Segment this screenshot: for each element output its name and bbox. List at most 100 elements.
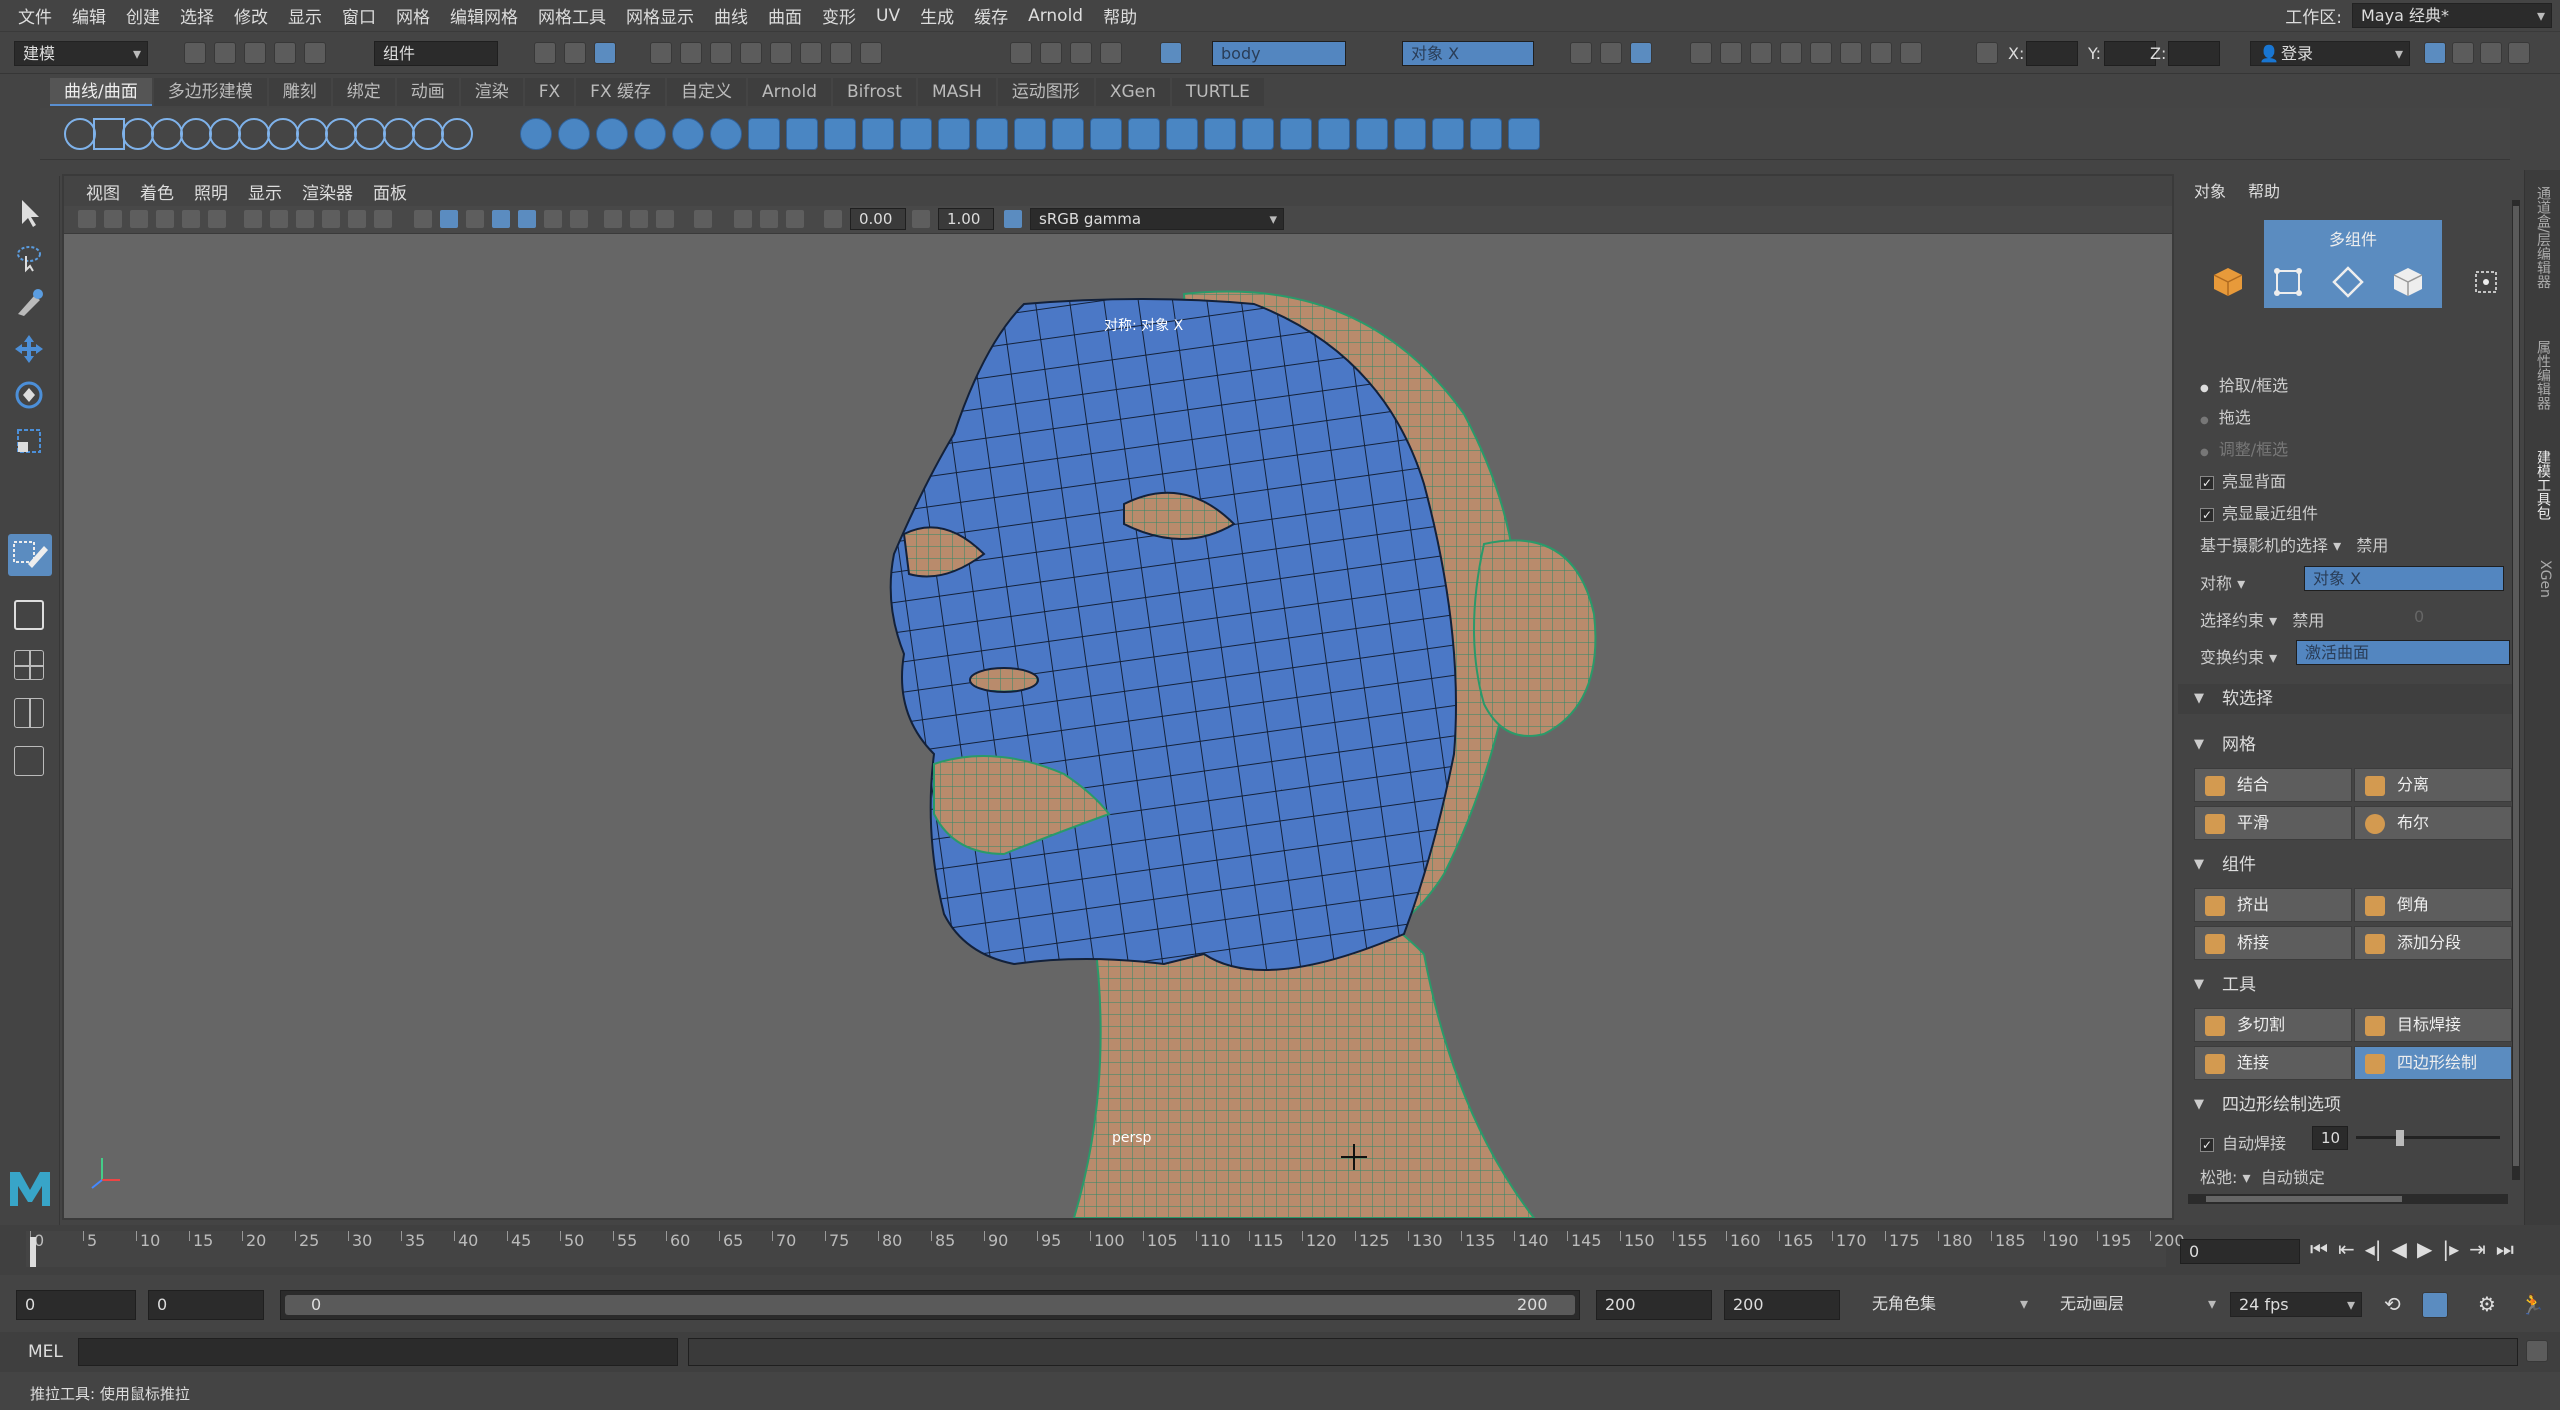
shelf-tab-0[interactable]: 曲线/曲面	[50, 78, 152, 106]
toolkit-option-0[interactable]: ● 拾取/框选	[2200, 372, 2288, 396]
loop-icon[interactable]: ⟲	[2384, 1292, 2401, 1316]
camera-select-icon[interactable]	[78, 210, 96, 228]
animation-end-field[interactable]: 200	[1724, 1290, 1840, 1320]
symmetry-icon-a[interactable]	[1040, 42, 1062, 64]
shelf-tab-8[interactable]: 自定义	[667, 78, 746, 106]
menu-1[interactable]: 编辑	[62, 3, 116, 28]
menu-11[interactable]: 曲线	[704, 3, 758, 28]
colorspace-dropdown[interactable]: sRGB gamma	[1030, 208, 1284, 230]
save-scene-icon[interactable]	[244, 42, 266, 64]
animation-start-field[interactable]: 0	[16, 1290, 136, 1320]
xray-icon[interactable]	[518, 210, 536, 228]
extrude-button[interactable]: 挤出	[2194, 888, 2352, 922]
transform-constraint-value[interactable]: 激活曲面	[2296, 640, 2510, 665]
shelf-tab-3[interactable]: 绑定	[332, 78, 395, 106]
nurbs-circle-icon[interactable]	[64, 118, 96, 150]
shelf-tab-13[interactable]: XGen	[1095, 78, 1170, 106]
mel-label[interactable]: MEL	[28, 1342, 63, 1362]
grid-icon[interactable]	[244, 210, 262, 228]
gate-mask-icon[interactable]	[322, 210, 340, 228]
symmetry-field[interactable]: 对象 X	[1402, 41, 1534, 66]
lasso-tool-icon[interactable]	[12, 240, 46, 274]
panel-horizontal-scrollbar[interactable]	[2188, 1194, 2508, 1204]
select-hierarchy-icon[interactable]	[534, 42, 556, 64]
soft-select-icon[interactable]	[1010, 42, 1032, 64]
xray-joints-icon[interactable]	[734, 210, 752, 228]
select-tool-icon[interactable]	[12, 196, 46, 230]
wireframe-on-shaded-icon[interactable]	[492, 210, 510, 228]
menu-3[interactable]: 选择	[170, 3, 224, 28]
attribute-toggle-icon[interactable]	[2480, 42, 2502, 64]
safe-action-icon[interactable]	[374, 210, 392, 228]
intersect-icon[interactable]	[1090, 118, 1122, 150]
step-forward-key-icon[interactable]: ⇥	[2469, 1237, 2486, 1261]
step-forward-frame-icon[interactable]: |▸	[2442, 1237, 2459, 1261]
tools-section-header[interactable]: 工具	[2178, 970, 2518, 1000]
transform-mode-icon[interactable]	[1976, 42, 1998, 64]
quad-draw-button[interactable]: 四边形绘制	[2354, 1046, 2512, 1080]
square-surface-icon[interactable]	[976, 118, 1008, 150]
right-tab-1[interactable]: 属性编辑器	[2531, 340, 2553, 410]
right-tab-3[interactable]: XGen	[2531, 560, 2553, 598]
mesh-section-header[interactable]: 网格	[2178, 730, 2518, 760]
menu-10[interactable]: 网格显示	[616, 3, 704, 28]
shelf-tab-2[interactable]: 雕刻	[268, 78, 331, 106]
step-back-frame-icon[interactable]: ◂|	[2365, 1237, 2382, 1261]
untrim-icon[interactable]	[1166, 118, 1198, 150]
shelf-tab-11[interactable]: MASH	[917, 78, 996, 106]
cv-curve-icon[interactable]	[122, 118, 154, 150]
menu-13[interactable]: 变形	[812, 3, 866, 28]
add-divisions-button[interactable]: 添加分段	[2354, 926, 2512, 960]
viewport-menu-1[interactable]: 着色	[130, 179, 184, 204]
shelf-tab-1[interactable]: 多边形建模	[153, 78, 267, 106]
rotate-tool-icon[interactable]	[12, 378, 46, 412]
lock-icon[interactable]	[830, 42, 852, 64]
nurbs-cone-icon[interactable]	[634, 118, 666, 150]
exposure-field[interactable]: 0.00	[850, 208, 906, 230]
outliner-layout-icon[interactable]	[14, 746, 44, 776]
symmetry-row-value[interactable]: 对象 X	[2304, 566, 2504, 591]
toolkit-option-3[interactable]: ✓ 亮显背面	[2200, 468, 2286, 492]
symmetry-icon-c[interactable]	[1100, 42, 1122, 64]
nurbs-cylinder-icon[interactable]	[596, 118, 628, 150]
ipr-render-icon[interactable]	[1630, 42, 1652, 64]
arnold-render-icon[interactable]	[1750, 42, 1772, 64]
ambient-occlusion-icon[interactable]	[604, 210, 622, 228]
smooth-button[interactable]: 平滑	[2194, 806, 2352, 840]
arc-curve-icon[interactable]	[238, 118, 270, 150]
shelf-tab-5[interactable]: 渲染	[460, 78, 523, 106]
x-field[interactable]	[2026, 41, 2078, 66]
shelf-tab-7[interactable]: FX 缓存	[576, 78, 665, 106]
soft-select-header[interactable]: 软选择	[2178, 684, 2518, 714]
multi-cut-button[interactable]: 多切割	[2194, 1008, 2352, 1042]
running-man-icon[interactable]: 🏃	[2520, 1292, 2545, 1316]
snap-curve-icon[interactable]	[680, 42, 702, 64]
range-slider[interactable]: 0 200	[280, 1290, 1580, 1320]
sphere-render-icon[interactable]	[1840, 42, 1862, 64]
script-editor-icon[interactable]	[2526, 1340, 2548, 1362]
viewport-panel[interactable]: 视图着色照明显示渲染器面板 0.00 1.00 sRGB gamma	[62, 174, 2174, 1220]
wireframe-icon[interactable]	[414, 210, 432, 228]
gamma-field[interactable]: 1.00	[938, 208, 994, 230]
menu-9[interactable]: 网格工具	[528, 3, 616, 28]
menu-6[interactable]: 窗口	[332, 3, 386, 28]
workspace-dropdown[interactable]: Maya 经典*	[2352, 3, 2552, 28]
curve-detach-icon[interactable]	[296, 118, 328, 150]
toolbox-toggle-icon[interactable]	[2452, 42, 2474, 64]
current-frame-field[interactable]: 0	[2180, 1239, 2300, 1264]
sculpt-icon[interactable]	[1280, 118, 1312, 150]
planar-icon[interactable]	[862, 118, 894, 150]
vertex-mode-icon[interactable]	[2272, 266, 2304, 298]
face-mode-icon[interactable]	[2392, 266, 2424, 298]
menu-4[interactable]: 修改	[224, 3, 278, 28]
object-name-field[interactable]: body	[1212, 41, 1346, 66]
timeline-track[interactable]: 0 5 10 15 20 25 30 35 40 45 50 55 60 65 70 75 80 85 90 95 10…	[26, 1231, 2185, 1267]
open-scene-icon[interactable]	[214, 42, 236, 64]
menu-17[interactable]: Arnold	[1018, 6, 1093, 26]
components-section-header[interactable]: 组件	[2178, 850, 2518, 880]
menu-7[interactable]: 网格	[386, 3, 440, 28]
grease-pencil-icon[interactable]	[208, 210, 226, 228]
shelf-tab-12[interactable]: 运动图形	[997, 78, 1094, 106]
anim-prefs-icon[interactable]: ⚙	[2478, 1292, 2496, 1316]
revolve-icon[interactable]	[786, 118, 818, 150]
